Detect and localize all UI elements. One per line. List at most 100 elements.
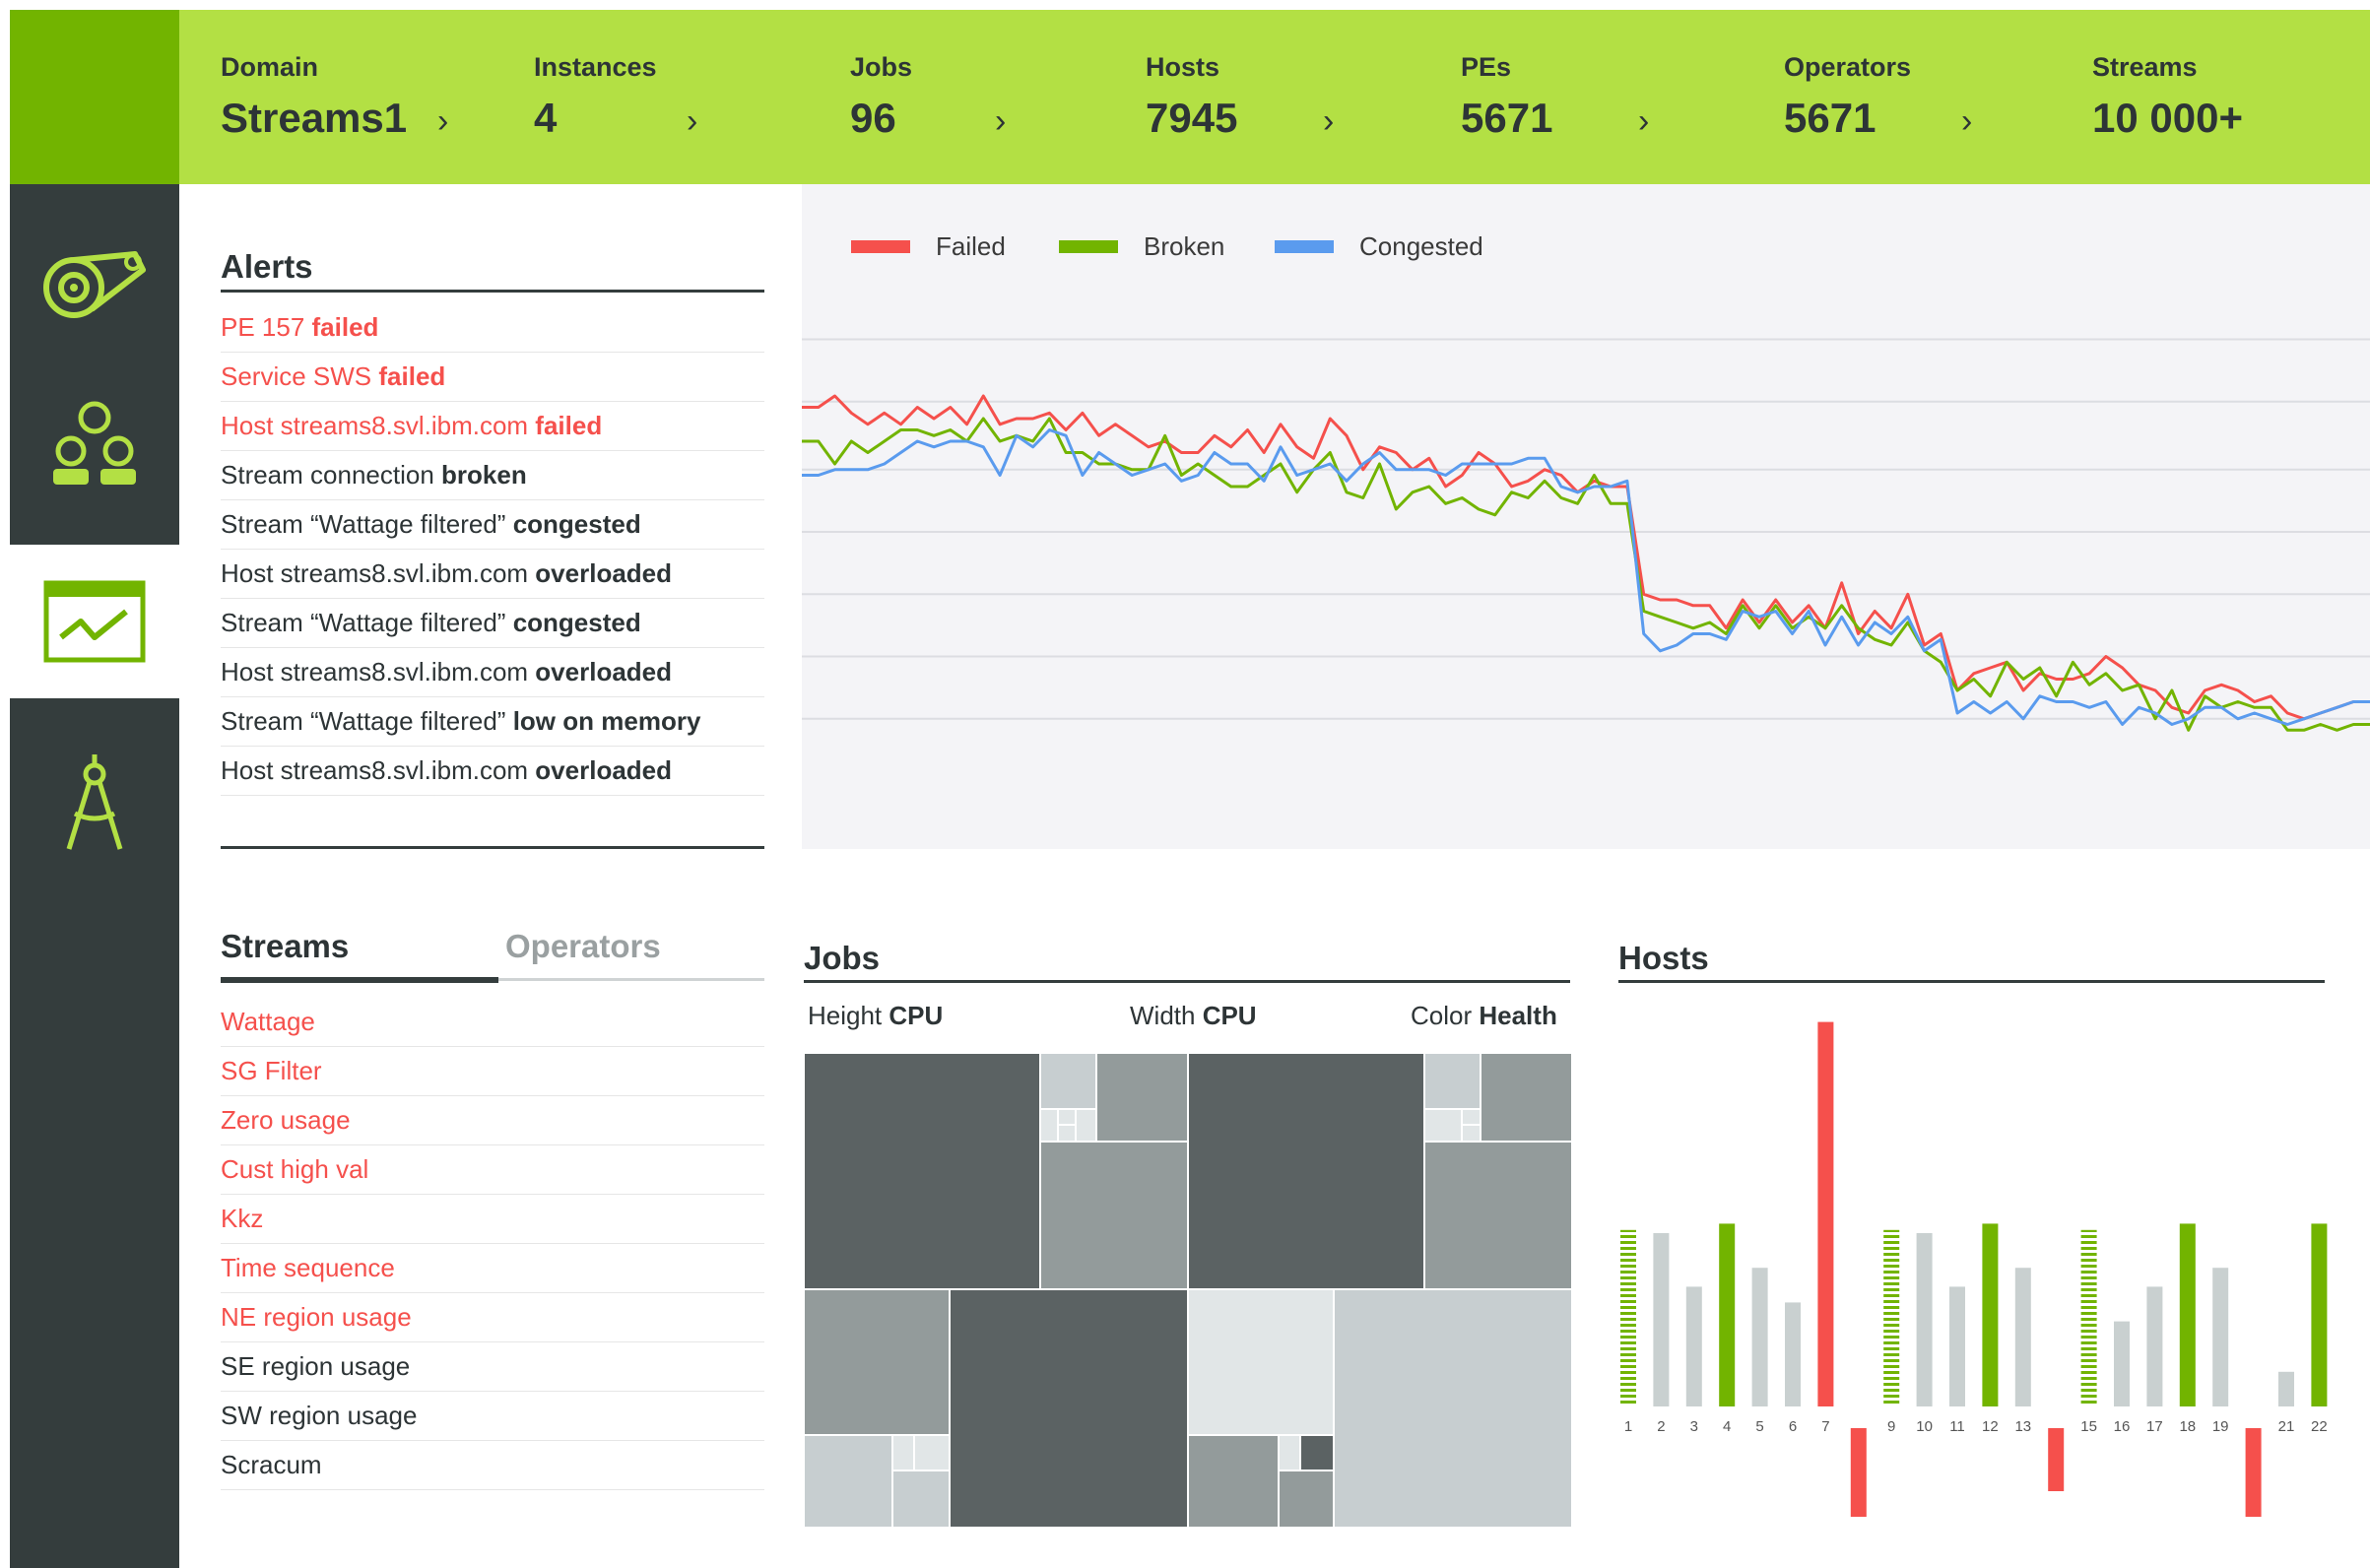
chevron-right-icon[interactable]: › [437,104,448,138]
alert-text: Host streams8.svl.ibm.com [221,657,536,686]
jobs-key-height: Height CPU [808,1001,943,1031]
host-bar[interactable] [2048,1428,2065,1491]
alert-item[interactable]: Stream connection broken [221,451,764,500]
stream-item[interactable]: SG Filter [221,1047,764,1096]
host-tick-label: 3 [1689,1418,1698,1435]
alert-item[interactable]: Stream “Wattage filtered” congested [221,500,764,550]
alert-item[interactable]: Stream “Wattage filtered” low on memory [221,697,764,747]
alert-text: Host streams8.svl.ibm.com [221,558,536,588]
stream-item[interactable]: NE region usage [221,1293,764,1342]
host-bar[interactable] [1883,1229,1900,1406]
hosts-bar-chart [1620,1021,2328,1517]
sidebar-item-users[interactable] [10,381,179,509]
host-bar[interactable] [2146,1286,2163,1406]
stream-item[interactable]: Wattage [221,998,764,1047]
alert-item[interactable]: Service SWS failed [221,353,764,402]
host-bar[interactable] [1620,1229,1636,1406]
host-bar[interactable] [2080,1229,2097,1406]
legend-item-failed[interactable]: Failed [851,231,1006,262]
stream-item[interactable]: Kkz [221,1195,764,1244]
metric-value: Streams1 [221,95,408,141]
alert-item[interactable]: Stream “Wattage filtered” congested [221,599,764,648]
host-bar[interactable] [2114,1321,2130,1406]
host-bar[interactable] [1751,1268,1768,1406]
tab-operators[interactable]: Operators [505,928,661,965]
host-bar[interactable] [1982,1223,1999,1406]
host-tick-label: 4 [1723,1418,1732,1435]
metric-domain[interactable]: Domain Streams1 › [221,10,477,184]
treemap-cell [1187,1288,1335,1436]
alerts-title: Alerts [221,248,313,285]
stream-item[interactable]: SE region usage [221,1342,764,1392]
metric-label: Jobs [850,52,913,82]
alert-item[interactable]: Host streams8.svl.ibm.com overloaded [221,648,764,697]
metric-operators[interactable]: Operators 5671 › [1784,10,2001,184]
stream-item[interactable]: Scracum [221,1441,764,1490]
stream-item[interactable]: SW region usage [221,1392,764,1441]
metric-instances[interactable]: Instances 4 › [534,10,711,184]
host-bar[interactable] [2212,1268,2229,1406]
metric-streams[interactable]: Streams 10 000+ [2092,10,2348,184]
host-bar[interactable] [1916,1233,1933,1406]
host-bar[interactable] [1653,1233,1670,1406]
stream-item[interactable]: Zero usage [221,1096,764,1145]
host-bar[interactable] [2179,1223,2196,1406]
treemap-cell [1039,1141,1189,1290]
sidebar-item-streams[interactable] [10,224,179,352]
host-bar[interactable] [2245,1428,2262,1517]
chevron-right-icon[interactable]: › [687,104,697,138]
host-tick-label: 10 [1916,1418,1933,1435]
legend-item-broken[interactable]: Broken [1059,231,1224,262]
hosts-title: Hosts [1618,940,1709,976]
host-tick-label: 21 [2277,1418,2295,1435]
metric-hosts[interactable]: Hosts 7945 › [1146,10,1362,184]
metric-value: 7945 [1146,95,1238,141]
stream-item[interactable]: Cust high val [221,1145,764,1195]
host-bar[interactable] [1949,1286,1965,1406]
treemap-cell [913,1434,951,1471]
jobs-key-metric: CPU [1202,1001,1257,1030]
chevron-right-icon[interactable]: › [1323,104,1334,138]
alert-item[interactable]: PE 157 failed [221,303,764,353]
host-bar[interactable] [2311,1223,2328,1406]
host-bar[interactable] [1685,1286,1702,1406]
treemap-cell [1278,1470,1335,1528]
alert-item[interactable]: Host streams8.svl.ibm.com overloaded [221,550,764,599]
host-bar[interactable] [1785,1302,1801,1406]
alert-item[interactable]: Host streams8.svl.ibm.com failed [221,402,764,451]
chevron-right-icon[interactable]: › [1961,104,1972,138]
treemap-cell [1423,1141,1572,1290]
alert-status: overloaded [535,657,673,686]
alert-status: congested [512,509,641,539]
treemap-cell [1187,1053,1425,1290]
host-bar[interactable] [1817,1021,1834,1406]
host-bar[interactable] [2014,1268,2031,1406]
treemap-cell [1039,1053,1097,1110]
tab-streams[interactable]: Streams [221,928,349,965]
host-bar[interactable] [1850,1428,1867,1517]
host-tick-label: 2 [1657,1418,1666,1435]
sidebar-item-design[interactable] [10,736,179,874]
legend-swatch [851,240,910,253]
legend-label: Congested [1359,231,1483,261]
metric-label: Instances [534,52,657,82]
sidebar-nav [10,184,179,1568]
metric-jobs[interactable]: Jobs 96 › [850,10,1027,184]
chevron-right-icon[interactable]: › [1638,104,1649,138]
chevron-right-icon[interactable]: › [995,104,1006,138]
host-bar[interactable] [2278,1371,2294,1406]
series-line-broken [802,417,2370,732]
host-tick-label: 11 [1949,1418,1965,1435]
alert-text: Stream connection [221,460,442,490]
metric-value: 5671 [1784,95,1876,141]
alert-item[interactable]: Host streams8.svl.ibm.com overloaded [221,747,764,796]
host-bar[interactable] [1719,1223,1736,1406]
stream-item[interactable]: Time sequence [221,1244,764,1293]
compass-tool-icon [66,754,123,850]
sidebar-item-health[interactable] [10,545,179,698]
legend-item-congested[interactable]: Congested [1275,231,1483,262]
alert-text: Stream “Wattage filtered” [221,706,513,736]
metric-pes[interactable]: PEs 5671 › [1461,10,1678,184]
treemap-cell [891,1470,951,1528]
legend-swatch [1275,240,1334,253]
